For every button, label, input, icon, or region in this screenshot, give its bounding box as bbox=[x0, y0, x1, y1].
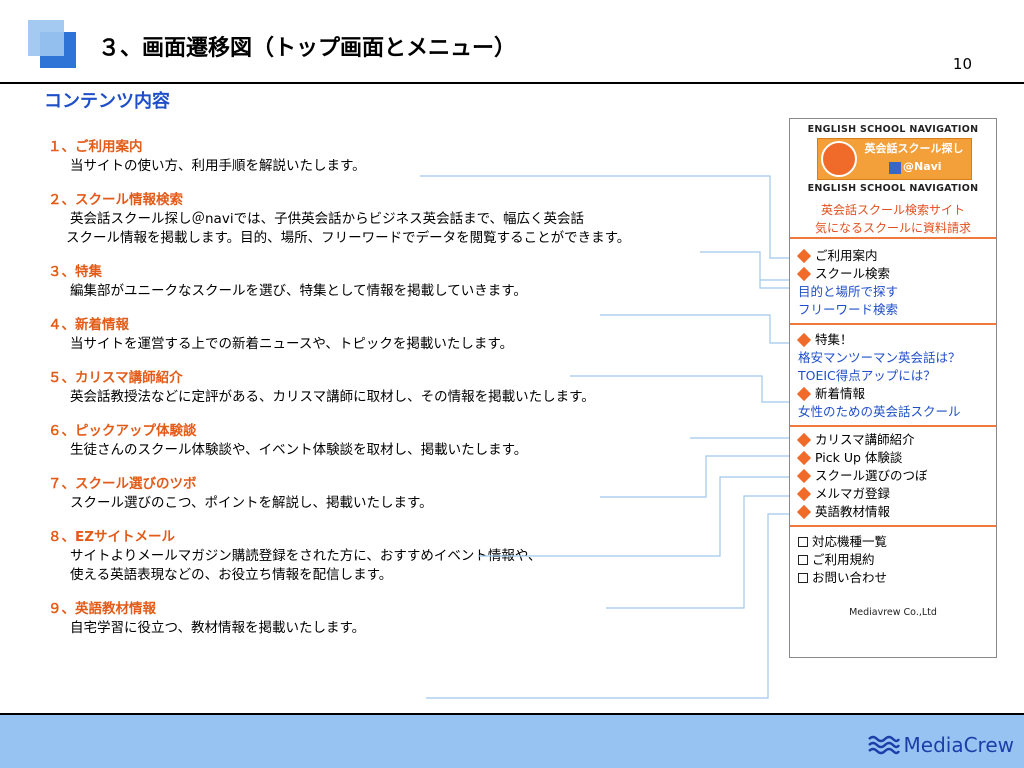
section-text: スクール情報を掲載します。目的、場所、フリーワードでデータを閲覧することができま… bbox=[66, 230, 631, 246]
section-feature: ３、特集 編集部がユニークなスクールを選び、特集として情報を掲載していきます。 bbox=[48, 263, 748, 301]
banner-navi: @Navi bbox=[903, 160, 942, 173]
menu-item-feature[interactable]: 特集！ bbox=[796, 331, 853, 349]
footer-logo: MediaCrew bbox=[867, 733, 1014, 757]
menu-link-toeic[interactable]: TOEIC得点アップには？ bbox=[798, 367, 936, 385]
diamond-bullet-icon bbox=[796, 386, 812, 402]
menu-divider bbox=[790, 425, 996, 427]
menu-divider bbox=[790, 323, 996, 325]
menu-item-terms[interactable]: ご利用規約 bbox=[796, 551, 875, 569]
diamond-bullet-icon bbox=[796, 504, 812, 520]
menu-link-purpose-place[interactable]: 目的と場所で探す bbox=[798, 283, 898, 301]
logo-square-light bbox=[28, 20, 64, 56]
site-banner: ENGLISH SCHOOL NAVIGATION 英会話スクール探し @Nav… bbox=[791, 120, 995, 194]
section-text: 英会話教授法などに定評がある、カリスマ講師に取材し、その情報を掲載いたします。 bbox=[70, 389, 595, 405]
menu-item-charisma[interactable]: カリスマ講師紹介 bbox=[796, 431, 915, 449]
banner-caption-bottom: ENGLISH SCHOOL NAVIGATION bbox=[807, 183, 979, 194]
diamond-bullet-icon bbox=[796, 450, 812, 466]
menu-link-free-word[interactable]: フリーワード検索 bbox=[798, 301, 898, 319]
section-text: 当サイトの使い方、利用手順を解説いたします。 bbox=[70, 158, 366, 174]
menu-item-devices[interactable]: 対応機種一覧 bbox=[796, 533, 887, 551]
banner-caption-top: ENGLISH SCHOOL NAVIGATION bbox=[807, 124, 979, 135]
section-title: １、ご利用案内 bbox=[48, 139, 143, 155]
section-pickup-stories: ６、ピックアップ体験談 生徒さんのスクール体験談や、イベント体験談を取材し、掲載… bbox=[48, 422, 748, 460]
section-title: ４、新着情報 bbox=[48, 317, 129, 333]
mascot-face-icon bbox=[821, 141, 857, 177]
banner-site-name: 英会話スクール探し bbox=[864, 142, 964, 155]
section-text: サイトよりメールマガジン購読登録をされた方に、おすすめイベント情報や、 bbox=[70, 548, 542, 564]
menu-divider bbox=[790, 237, 996, 239]
tagline-2: 気になるスクールに資料請求 bbox=[814, 221, 971, 235]
diamond-bullet-icon bbox=[796, 486, 812, 502]
section-news: ４、新着情報 当サイトを運営する上での新着ニュースや、トピックを掲載いたします。 bbox=[48, 316, 748, 354]
section-title: ５、カリスマ講師紹介 bbox=[48, 370, 183, 386]
content-heading: コンテンツ内容 bbox=[44, 91, 170, 112]
section-title: ８、EZサイトメール bbox=[48, 529, 176, 545]
checkbox-bullet-icon bbox=[798, 573, 808, 583]
section-title: ９、英語教材情報 bbox=[48, 601, 156, 617]
diamond-bullet-icon bbox=[796, 248, 812, 264]
section-charisma-teacher: ５、カリスマ講師紹介 英会話教授法などに定評がある、カリスマ講師に取材し、その情… bbox=[48, 369, 748, 407]
diamond-bullet-icon bbox=[796, 332, 812, 348]
section-text: 編集部がユニークなスクールを選び、特集として情報を掲載していきます。 bbox=[70, 283, 527, 299]
menu-link-women-school[interactable]: 女性のための英会話スクール bbox=[798, 403, 961, 421]
menu-item-school-search[interactable]: スクール検索 bbox=[796, 265, 890, 283]
section-school-search: ２、スクール情報検索 英会話スクール探し＠naviでは、子供英会話からビジネス英… bbox=[48, 191, 748, 248]
footer-brand-name: MediaCrew bbox=[903, 733, 1014, 757]
menu-item-materials[interactable]: 英語教材情報 bbox=[796, 503, 890, 521]
section-school-tips: ７、スクール選びのツボ スクール選びのこつ、ポイントを解説し、掲載いたします。 bbox=[48, 475, 748, 513]
company-name: Mediavrew Co.,Ltd bbox=[849, 607, 937, 618]
checkbox-bullet-icon bbox=[798, 537, 808, 547]
mobile-top-menu-preview: ENGLISH SCHOOL NAVIGATION 英会話スクール探し @Nav… bbox=[789, 118, 997, 658]
menu-item-guide[interactable]: ご利用案内 bbox=[796, 247, 878, 265]
page-title: ３、画面遷移図（トップ画面とメニュー） bbox=[98, 36, 517, 61]
page-number: 10 bbox=[952, 55, 972, 73]
menu-divider bbox=[790, 525, 996, 527]
section-title: ６、ピックアップ体験談 bbox=[48, 423, 197, 439]
header-divider bbox=[0, 82, 1024, 84]
menu-item-pickup[interactable]: Pick Up 体験談 bbox=[796, 449, 902, 467]
section-text: 生徒さんのスクール体験談や、イベント体験談を取材し、掲載いたします。 bbox=[70, 442, 528, 458]
menu-link-cheap-lesson[interactable]: 格安マンツーマン英会話は？ bbox=[798, 349, 961, 367]
menu-item-tips[interactable]: スクール選びのつぼ bbox=[796, 467, 928, 485]
checkbox-bullet-icon bbox=[798, 555, 808, 565]
section-text: 自宅学習に役立つ、教材情報を掲載いたします。 bbox=[70, 620, 366, 636]
diamond-bullet-icon bbox=[796, 468, 812, 484]
section-title: ７、スクール選びのツボ bbox=[48, 476, 197, 492]
section-materials: ９、英語教材情報 自宅学習に役立つ、教材情報を掲載いたします。 bbox=[48, 600, 748, 638]
diamond-bullet-icon bbox=[796, 432, 812, 448]
section-text: 当サイトを運営する上での新着ニュースや、トピックを掲載いたします。 bbox=[70, 336, 514, 352]
section-text: 使える英語表現などの、お役立ち情報を配信します。 bbox=[70, 567, 393, 583]
menu-item-mailmag[interactable]: メルマガ登録 bbox=[796, 485, 890, 503]
menu-item-contact[interactable]: お問い合わせ bbox=[796, 569, 887, 587]
waves-logo-icon bbox=[867, 735, 900, 755]
navi-icon bbox=[889, 162, 901, 174]
section-text: スクール選びのこつ、ポイントを解説し、掲載いたします。 bbox=[70, 495, 433, 511]
section-ez-mail: ８、EZサイトメール サイトよりメールマガジン購読登録をされた方に、おすすめイベ… bbox=[48, 528, 748, 585]
content-sections: １、ご利用案内 当サイトの使い方、利用手順を解説いたします。 ２、スクール情報検… bbox=[48, 138, 748, 653]
section-text: 英会話スクール探し＠naviでは、子供英会話からビジネス英会話まで、幅広く英会話 bbox=[70, 211, 585, 227]
tagline-1: 英会話スクール検索サイト bbox=[820, 203, 965, 217]
diamond-bullet-icon bbox=[796, 266, 812, 282]
section-title: ３、特集 bbox=[48, 264, 102, 280]
section-title: ２、スクール情報検索 bbox=[48, 192, 183, 208]
section-guide: １、ご利用案内 当サイトの使い方、利用手順を解説いたします。 bbox=[48, 138, 748, 176]
menu-item-news[interactable]: 新着情報 bbox=[796, 385, 865, 403]
